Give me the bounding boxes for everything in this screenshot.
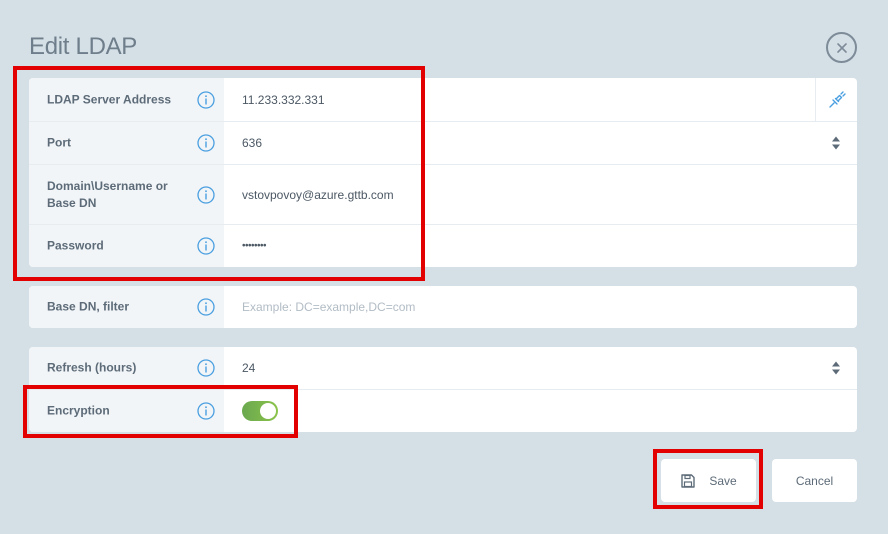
refresh-label: Refresh (hours)	[47, 360, 137, 375]
base-dn-placeholder: Example: DC=example,DC=com	[242, 300, 416, 314]
refresh-value: 24	[242, 361, 256, 375]
refresh-row: Refresh (hours) 24	[29, 347, 857, 389]
close-icon	[836, 42, 847, 53]
base-dn-card: Base DN, filter Example: DC=example,DC=c…	[29, 286, 857, 328]
close-button[interactable]	[826, 32, 857, 63]
base-dn-row: Base DN, filter Example: DC=example,DC=c…	[29, 286, 857, 328]
highlight-encryption	[23, 385, 298, 438]
cancel-label: Cancel	[795, 473, 834, 488]
info-icon[interactable]	[197, 298, 215, 316]
cancel-button[interactable]: Cancel	[772, 459, 857, 502]
plug-icon	[828, 90, 846, 108]
stepper-icon[interactable]	[831, 135, 841, 151]
refresh-input[interactable]: 24	[224, 347, 857, 389]
dialog-title: Edit LDAP	[29, 33, 138, 60]
stepper-icon[interactable]	[831, 360, 841, 376]
highlight-save-button	[653, 449, 763, 509]
highlight-connection-fields	[13, 66, 425, 281]
base-dn-input[interactable]: Example: DC=example,DC=com	[224, 286, 857, 328]
base-dn-label: Base DN, filter	[47, 299, 130, 314]
test-connection-button[interactable]	[815, 78, 857, 121]
info-icon[interactable]	[197, 359, 215, 377]
